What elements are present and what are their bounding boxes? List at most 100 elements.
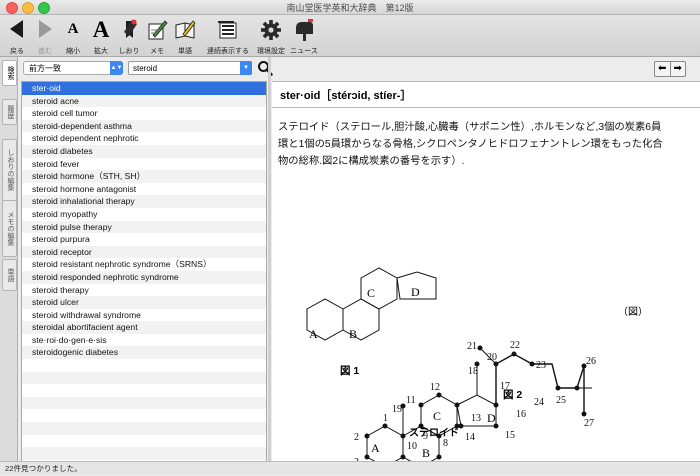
list-item[interactable]: steroid receptor: [22, 245, 266, 259]
list-item[interactable]: steroidogenic diabetes: [22, 346, 266, 360]
empty-row: [22, 447, 266, 460]
list-item[interactable]: ste·roi·do·gen·e·sis: [22, 334, 266, 347]
carbon-8-label: 8: [443, 438, 448, 449]
list-item[interactable]: steroid purpura: [22, 233, 266, 246]
list-item[interactable]: steroid responded nephrotic syndrome: [22, 270, 266, 284]
carbon-21-label: 21: [467, 341, 477, 352]
search-input[interactable]: steroid ▼: [128, 61, 252, 75]
continuous-view-icon: [218, 21, 237, 39]
fig2-ring-a-label: A: [371, 441, 380, 455]
definition-line-2: 環と1個の5員環からなる骨格,シクロペンタノヒドロフェナントレン環をもった化合: [278, 139, 663, 150]
back-arrow-icon: [10, 20, 23, 38]
carbon-26-label: 26: [586, 356, 596, 367]
fig2-ring-c-label: C: [433, 409, 441, 423]
gear-icon: [261, 20, 281, 40]
list-item[interactable]: steroid-dependent asthma: [22, 119, 266, 133]
next-entry-arrow-icon[interactable]: ➡: [669, 62, 686, 76]
list-item[interactable]: steroid acne: [22, 94, 266, 108]
carbon-1-label: 1: [383, 413, 388, 424]
list-item[interactable]: steroid hormone antagonist: [22, 183, 266, 196]
list-item[interactable]: steroid myopathy: [22, 208, 266, 221]
carbon-13-label: 13: [471, 413, 481, 424]
bookmark-icon: [124, 19, 137, 38]
list-item[interactable]: steroid dependent nephrotic: [22, 132, 266, 145]
chevron-down-icon[interactable]: ▼: [240, 61, 252, 75]
entry-content: ster·oid［stérɔid, stíer-］ ステロイド（ステロール,胆汁…: [272, 81, 700, 462]
figure-marker: （図）: [618, 307, 648, 318]
search-query-text: steroid: [133, 64, 158, 73]
entry-headword: ster·oid［stérɔid, stíer-］: [280, 90, 412, 102]
list-item[interactable]: ster·oid: [22, 82, 266, 95]
wordbook-button[interactable]: 単語: [170, 17, 200, 55]
match-mode-value: 前方一致: [29, 64, 61, 73]
carbon-2-label: 2: [354, 432, 359, 443]
continuous-view-button[interactable]: 連続表示する: [207, 17, 249, 55]
carbon-18-label: 18: [468, 366, 478, 377]
list-item[interactable]: steroid ulcer: [22, 296, 266, 309]
list-item[interactable]: steroid fever: [22, 158, 266, 171]
carbon-11-label: 11: [406, 395, 416, 406]
fig1-caption: 図 1: [340, 365, 359, 377]
empty-row: [22, 384, 266, 397]
tab-history[interactable]: 履歴: [2, 99, 17, 125]
memo-icon: [148, 20, 168, 40]
carbon-25-label: 25: [556, 395, 566, 406]
headword-divider: [272, 107, 700, 108]
tab-edit-memos[interactable]: メモの編集: [2, 200, 17, 257]
carbon-15-label: 15: [505, 430, 515, 441]
status-bar: 22件見つかりました。: [0, 461, 700, 475]
match-mode-select[interactable]: 前方一致 ▲▼: [23, 61, 123, 75]
tab-wordbook[interactable]: 単語: [2, 259, 17, 291]
chevron-updown-icon: ▲▼: [110, 61, 123, 75]
carbon-20-label: 20: [487, 352, 497, 363]
mailbox-icon: [296, 19, 313, 41]
list-item[interactable]: steroid inhalational therapy: [22, 195, 266, 208]
empty-row: [22, 359, 266, 372]
small-a-icon: A: [67, 21, 79, 37]
list-item[interactable]: steroid therapy: [22, 284, 266, 297]
side-tab-bar: 検索 履歴 しおりの編集 メモの編集 単語: [0, 57, 18, 461]
empty-row: [22, 396, 266, 410]
carbon-10-label: 10: [407, 441, 417, 452]
list-item[interactable]: steroidal abortifacient agent: [22, 321, 266, 334]
fig2-ring-d-label: D: [487, 411, 496, 425]
title-bar: 南山堂医学英和大辞典 第12版: [0, 0, 700, 15]
carbon-27-label: 27: [584, 418, 594, 429]
carbon-23-label: 23: [536, 360, 546, 371]
fig1-ring-b-label: B: [349, 327, 357, 341]
list-item[interactable]: steroid cell tumor: [22, 107, 266, 120]
definition-line-3: 物の総称.図2に構成炭素の番号を示す）.: [278, 156, 465, 167]
list-item[interactable]: steroid hormone（STH, SH）: [22, 170, 266, 183]
list-item[interactable]: steroid diabetes: [22, 144, 266, 158]
fig1-ring-c-label: C: [367, 286, 375, 300]
previous-entry-arrow-icon[interactable]: ⬅: [655, 62, 670, 76]
tab-search[interactable]: 検索: [2, 60, 17, 86]
result-list: ster·oid steroid acne steroid cell tumor st…: [21, 81, 267, 463]
news-label: ニュース: [290, 48, 318, 55]
list-item[interactable]: steroid pulse therapy: [22, 220, 266, 234]
forward-arrow-icon: [39, 20, 52, 38]
wordbook-icon: [175, 20, 196, 39]
status-text: 22件見つかりました。: [5, 464, 82, 473]
compound-name-caption: ステロイド: [409, 428, 459, 439]
fig2-caption: 図 2: [503, 389, 523, 401]
carbon-14-label: 14: [465, 432, 475, 443]
pane-splitter[interactable]: [268, 57, 271, 461]
empty-row: [22, 422, 266, 435]
carbon-16-label: 16: [516, 409, 526, 420]
carbon-19-label: 19: [392, 404, 402, 415]
empty-row: [22, 371, 266, 385]
carbon-22-label: 22: [510, 340, 520, 351]
fig1-ring-d-label: D: [411, 285, 420, 299]
fig1-ring-a-label: A: [309, 327, 318, 341]
search-bar: 前方一致 ▲▼ steroid ▼: [18, 57, 273, 79]
list-item[interactable]: steroid resistant nephrotic syndrome（SRN…: [22, 258, 266, 271]
carbon-12-label: 12: [430, 382, 440, 393]
large-a-icon: A: [92, 17, 110, 42]
window-title: 南山堂医学英和大辞典 第12版: [286, 3, 414, 13]
list-item[interactable]: steroid withdrawal syndrome: [22, 309, 266, 322]
tab-edit-bookmarks[interactable]: しおりの編集: [2, 139, 17, 201]
news-button[interactable]: ニュース: [289, 17, 319, 55]
entry-definition: ステロイド（ステロール,胆汁酸,心臓毒（サポニン性）,ホルモンなど,3個の炭素6…: [278, 119, 696, 170]
toolbar: 戻る 進む A 縮小 A 拡大 しおり メモ 単語 連続表示する 環境設定 ニュ…: [0, 15, 700, 57]
